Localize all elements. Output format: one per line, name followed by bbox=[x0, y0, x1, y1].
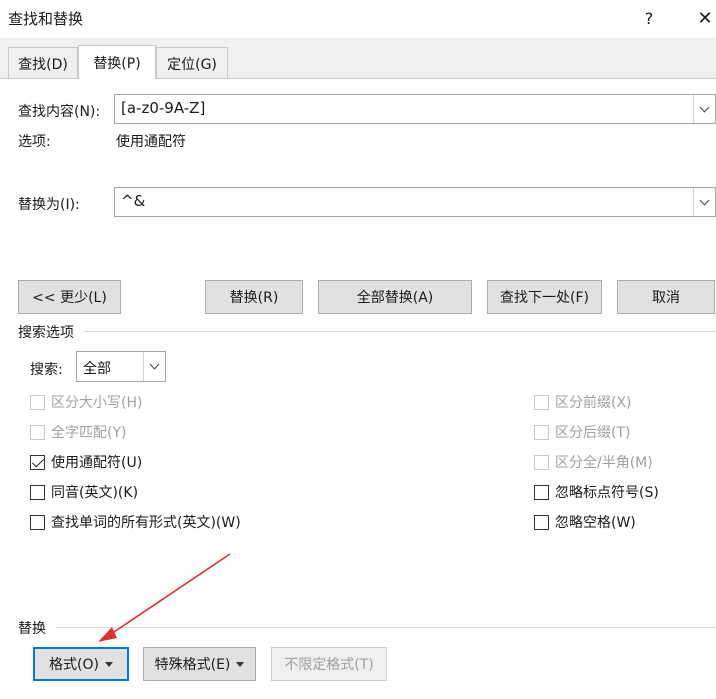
no-formatting-button[interactable]: 不限定格式(T) bbox=[271, 647, 387, 681]
less-button[interactable]: << 更少(L) bbox=[18, 280, 121, 314]
options-value: 使用通配符 bbox=[116, 134, 186, 150]
find-input[interactable]: [a-z0-9A-Z] bbox=[114, 94, 716, 124]
replace-button[interactable]: 替换(R) bbox=[205, 280, 303, 314]
checkbox-match-suffix[interactable]: 区分后缀(T) bbox=[534, 422, 630, 442]
checkbox-label: 同音(英文)(K) bbox=[51, 485, 139, 501]
tab-find[interactable]: 查找(D) bbox=[8, 47, 78, 79]
checkbox-label: 区分大小写(H) bbox=[51, 395, 143, 411]
format-button-label: 格式(O) bbox=[49, 657, 99, 673]
options-label: 选项: bbox=[18, 134, 51, 150]
checkbox-label: 区分全/半角(M) bbox=[555, 455, 653, 471]
chevron-down-icon bbox=[699, 102, 710, 112]
format-button[interactable]: 格式(O) bbox=[33, 647, 129, 681]
checkbox-box[interactable] bbox=[30, 394, 45, 410]
checkbox-box[interactable] bbox=[30, 484, 45, 500]
search-options-title: 搜索选项 bbox=[18, 325, 74, 341]
dropdown-triangle-icon bbox=[104, 661, 113, 667]
checkbox-all-word-forms[interactable]: 查找单词的所有形式(英文)(W) bbox=[30, 512, 241, 532]
window-title: 查找和替换 bbox=[8, 10, 84, 28]
checkbox-label: 使用通配符(U) bbox=[51, 455, 143, 471]
special-format-button-label: 特殊格式(E) bbox=[154, 657, 231, 673]
search-direction-label: 搜索: bbox=[30, 362, 63, 378]
help-button[interactable]: ? bbox=[634, 4, 664, 32]
replace-dropdown-button[interactable] bbox=[693, 188, 715, 216]
checkbox-match-prefix[interactable]: 区分前缀(X) bbox=[534, 392, 632, 412]
find-dropdown-button[interactable] bbox=[693, 95, 715, 123]
find-input-value: [a-z0-9A-Z] bbox=[121, 99, 206, 117]
replace-section-divider bbox=[56, 627, 716, 628]
chevron-down-icon bbox=[699, 195, 710, 205]
checkbox-use-wildcards[interactable]: 使用通配符(U) bbox=[30, 452, 142, 472]
checkbox-box[interactable] bbox=[534, 454, 549, 470]
checkbox-box[interactable] bbox=[534, 424, 549, 440]
checkbox-box[interactable] bbox=[534, 514, 549, 530]
replace-section-title: 替换 bbox=[18, 621, 46, 637]
cancel-button[interactable]: 取消 bbox=[617, 280, 715, 314]
close-button[interactable]: ✕ bbox=[690, 4, 716, 32]
checkbox-box[interactable] bbox=[534, 394, 549, 410]
search-direction-value: 全部 bbox=[83, 361, 111, 377]
search-direction-select[interactable]: 全部 bbox=[76, 351, 166, 382]
find-label: 查找内容(N): bbox=[18, 104, 101, 120]
find-next-button[interactable]: 查找下一处(F) bbox=[487, 280, 602, 314]
chevron-down-icon bbox=[149, 359, 160, 370]
checkbox-ignore-space[interactable]: 忽略空格(W) bbox=[534, 512, 636, 532]
checkbox-box[interactable] bbox=[534, 484, 549, 500]
search-direction-dropdown[interactable] bbox=[143, 352, 165, 381]
checkbox-label: 区分后缀(T) bbox=[555, 425, 631, 441]
checkbox-label: 忽略标点符号(S) bbox=[555, 485, 659, 501]
replace-input-value: ^& bbox=[121, 192, 146, 210]
special-format-button[interactable]: 特殊格式(E) bbox=[143, 647, 256, 681]
replace-input[interactable]: ^& bbox=[114, 187, 716, 217]
dropdown-triangle-icon bbox=[236, 661, 245, 667]
tab-replace[interactable]: 替换(P) bbox=[78, 45, 156, 79]
tab-goto[interactable]: 定位(G) bbox=[156, 47, 228, 79]
checkbox-label: 忽略空格(W) bbox=[555, 515, 636, 531]
checkbox-label: 区分前缀(X) bbox=[555, 395, 632, 411]
replace-all-button[interactable]: 全部替换(A) bbox=[318, 280, 472, 314]
checkbox-sounds-like[interactable]: 同音(英文)(K) bbox=[30, 482, 138, 502]
checkbox-box[interactable] bbox=[30, 424, 45, 440]
checkbox-match-width[interactable]: 区分全/半角(M) bbox=[534, 452, 653, 472]
close-icon: ✕ bbox=[697, 7, 713, 29]
checkbox-whole-word[interactable]: 全字匹配(Y) bbox=[30, 422, 126, 442]
checkbox-label: 全字匹配(Y) bbox=[51, 425, 127, 441]
checkbox-match-case[interactable]: 区分大小写(H) bbox=[30, 392, 142, 412]
checkbox-ignore-punctuation[interactable]: 忽略标点符号(S) bbox=[534, 482, 659, 502]
search-options-divider bbox=[84, 331, 716, 332]
checkbox-box-checked[interactable] bbox=[30, 454, 45, 470]
checkbox-box[interactable] bbox=[30, 514, 45, 530]
checkbox-label: 查找单词的所有形式(英文)(W) bbox=[51, 515, 241, 531]
replace-label: 替换为(I): bbox=[18, 197, 80, 213]
